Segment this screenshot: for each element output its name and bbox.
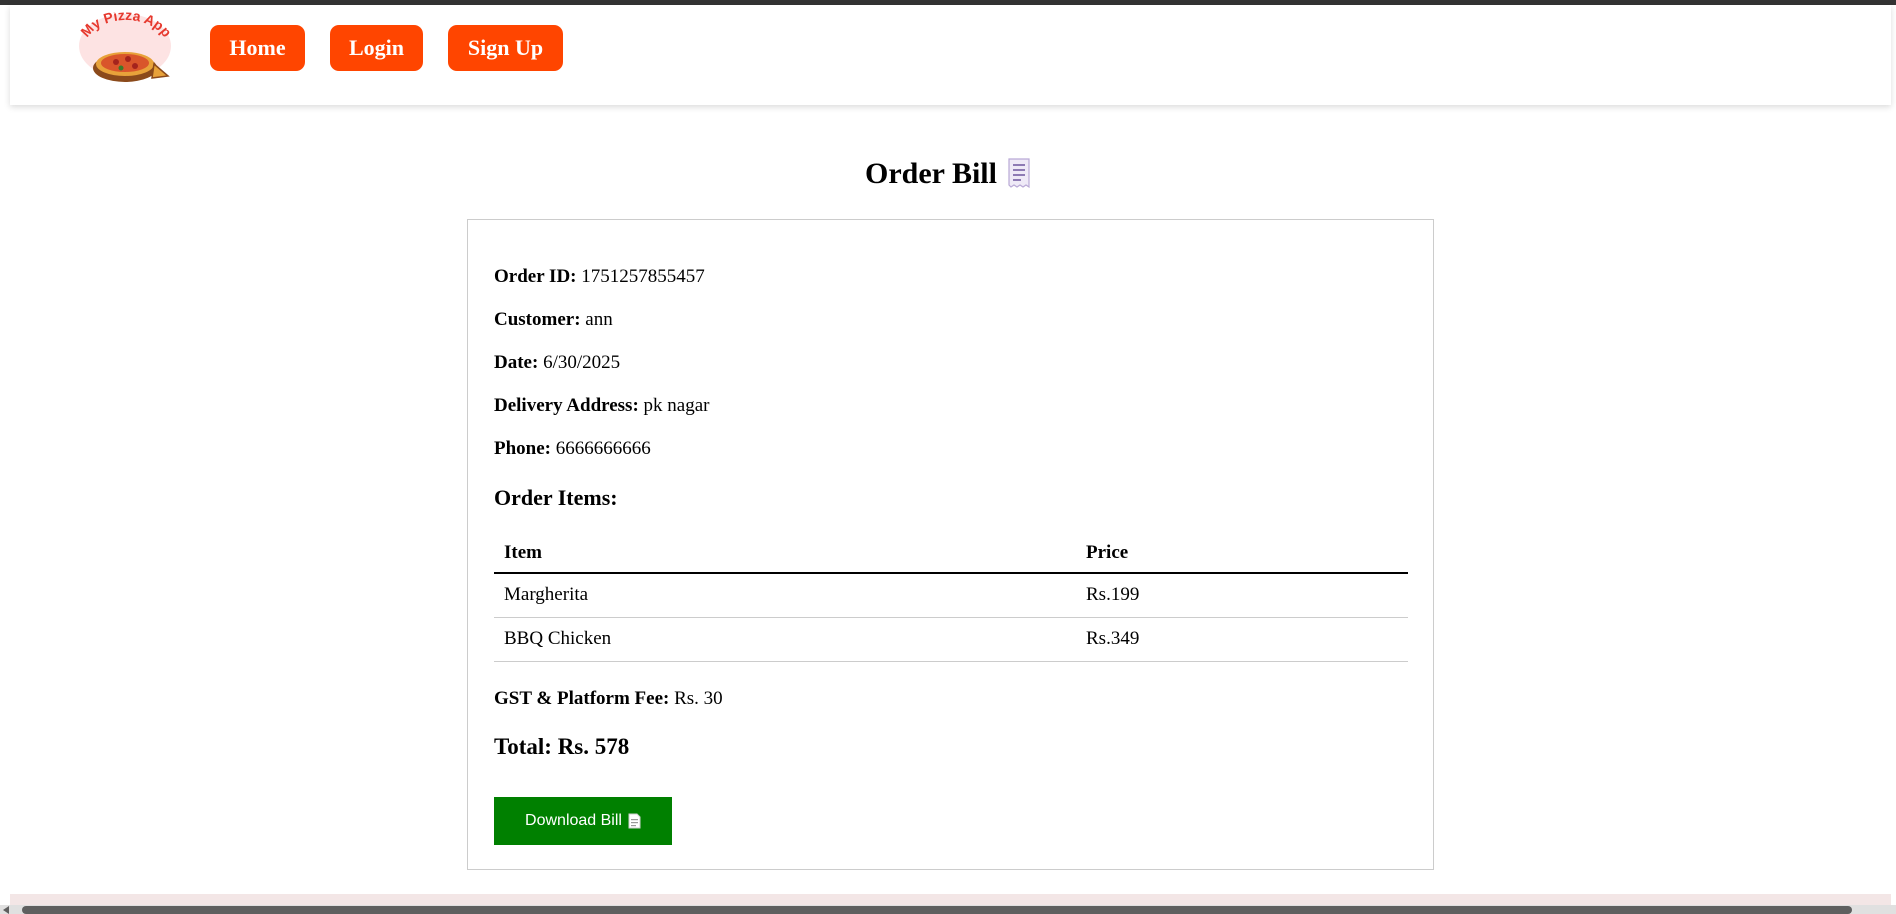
date-value: 6/30/2025 [543, 352, 621, 373]
address-label: Delivery Address: [494, 395, 639, 416]
date-line: Date: 6/30/2025 [494, 352, 620, 374]
phone-label: Phone: [494, 438, 551, 459]
column-header-price: Price [1076, 533, 1408, 574]
scrollbar-thumb[interactable] [22, 906, 1852, 914]
navbar: My Pizza App Home Login Sign Up [10, 5, 1891, 105]
customer-line: Customer: ann [494, 309, 613, 331]
home-button[interactable]: Home [210, 25, 305, 71]
order-items-table: Item Price Margherita Rs.199 BBQ Chicken… [494, 533, 1408, 662]
order-id-label: Order ID: [494, 266, 577, 287]
item-price-cell: Rs.199 [1076, 573, 1408, 618]
document-icon [628, 813, 641, 829]
page-title-text: Order Bill [865, 157, 997, 190]
table-row: Margherita Rs.199 [494, 573, 1408, 618]
fee-label: GST & Platform Fee: [494, 688, 670, 709]
order-id-value: 1751257855457 [581, 266, 705, 287]
login-button[interactable]: Login [330, 25, 423, 71]
phone-value: 6666666666 [555, 438, 651, 459]
column-header-item: Item [494, 533, 1076, 574]
date-label: Date: [494, 352, 539, 373]
download-bill-button[interactable]: Download Bill [494, 797, 672, 845]
table-row: BBQ Chicken Rs.349 [494, 617, 1408, 662]
signup-button[interactable]: Sign Up [448, 25, 563, 71]
app-logo[interactable]: My Pizza App [72, 12, 182, 90]
customer-label: Customer: [494, 309, 581, 330]
item-name-cell: BBQ Chicken [494, 617, 1076, 662]
total-amount: Total: Rs. 578 [494, 734, 630, 759]
customer-value: ann [585, 309, 613, 330]
table-header-row: Item Price [494, 533, 1408, 574]
item-price-cell: Rs.349 [1076, 617, 1408, 662]
bill-card: Order ID: 1751257855457 Customer: ann Da… [467, 219, 1434, 870]
address-value: pk nagar [643, 395, 710, 416]
phone-line: Phone: 6666666666 [494, 438, 651, 460]
item-name-cell: Margherita [494, 573, 1076, 618]
order-id-line: Order ID: 1751257855457 [494, 266, 705, 288]
fee-value: Rs. 30 [674, 688, 723, 709]
address-line: Delivery Address: pk nagar [494, 395, 709, 417]
receipt-icon [1008, 158, 1030, 189]
download-bill-label: Download Bill [525, 812, 622, 829]
scroll-left-icon[interactable] [3, 906, 9, 914]
order-items-heading: Order Items: [494, 485, 618, 510]
page-title: Order Bill [0, 157, 1896, 191]
fee-line: GST & Platform Fee: Rs. 30 [494, 688, 723, 710]
